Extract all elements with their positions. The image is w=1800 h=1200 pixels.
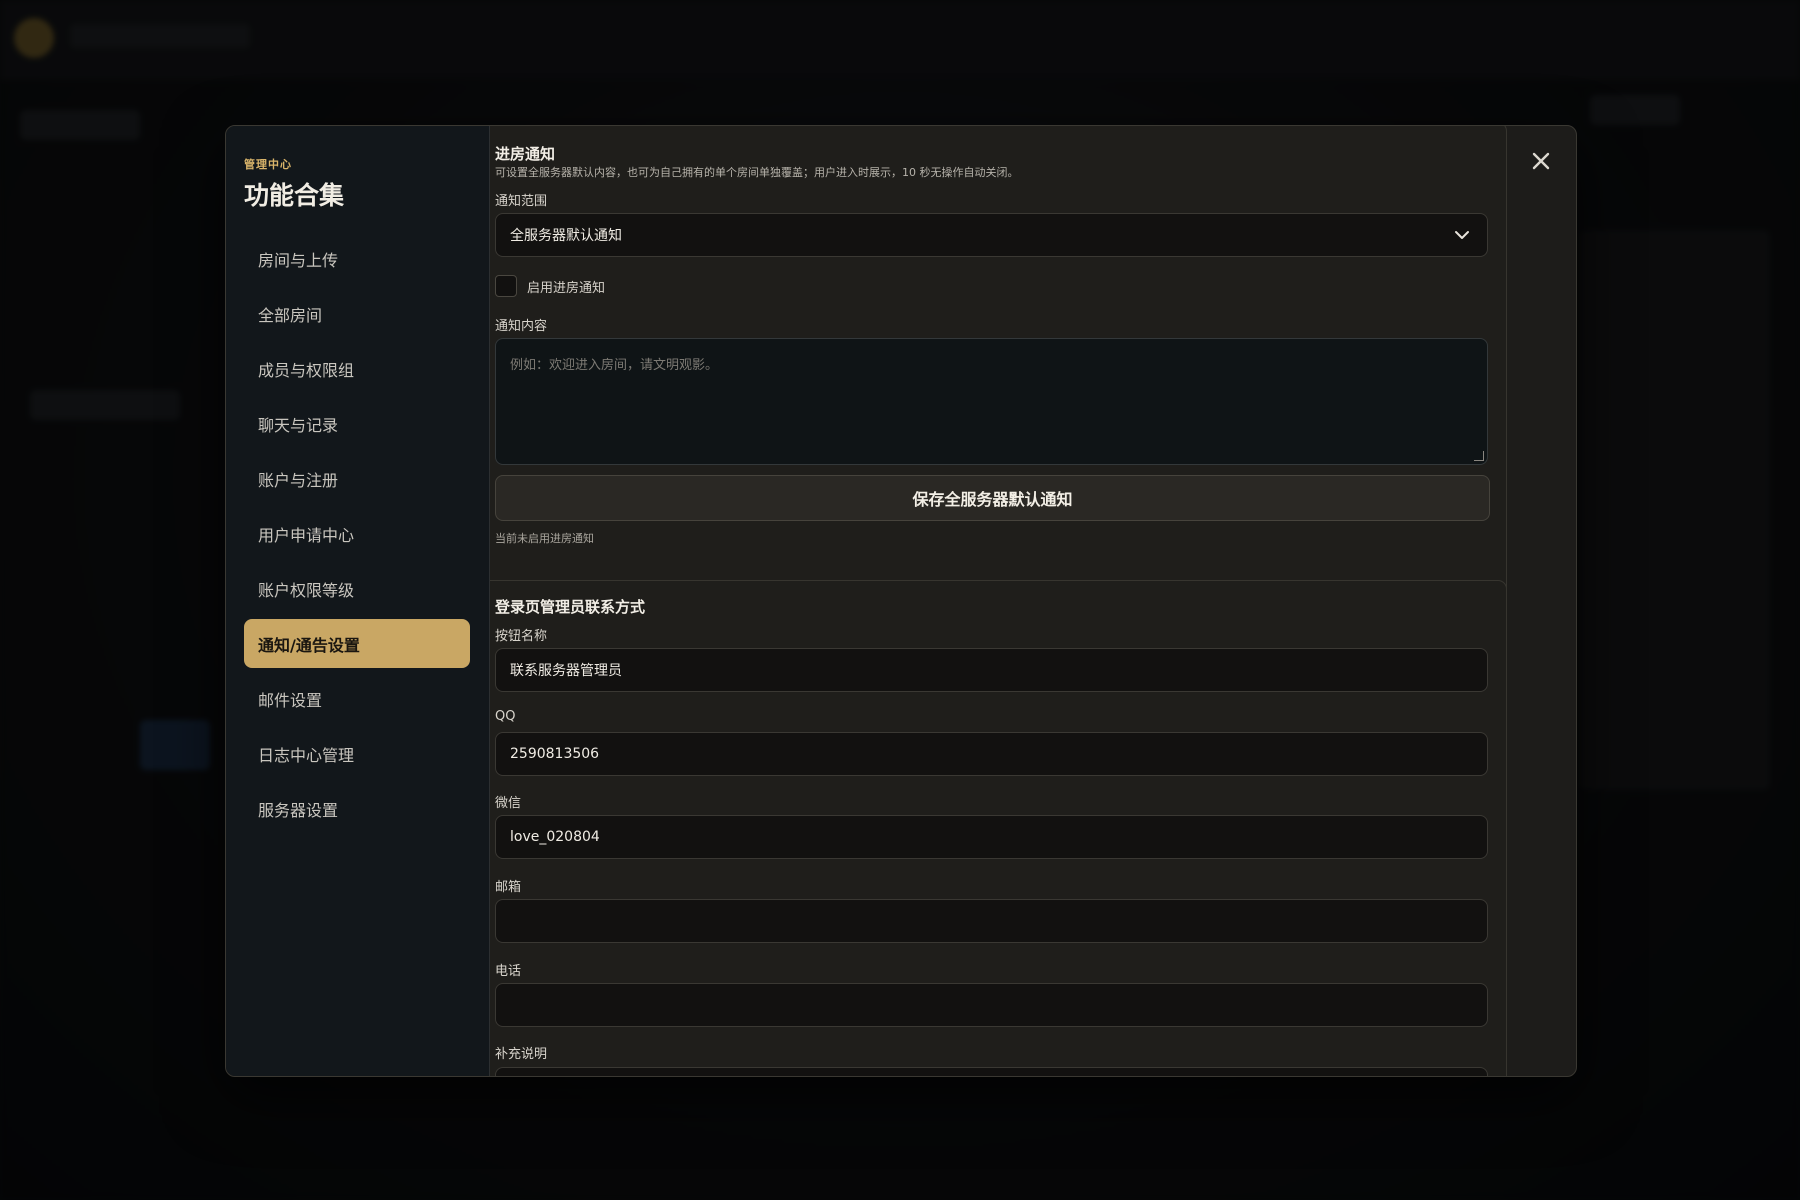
sidebar-title: 功能合集: [244, 181, 345, 210]
wechat-label: 微信: [495, 796, 522, 811]
sidebar-item-members-groups[interactable]: 成员与权限组: [244, 344, 470, 393]
admin-center-modal: 管理中心 功能合集 房间与上传 全部房间 成员与权限组 聊天与记录 账户与注册 …: [225, 125, 1577, 1077]
sidebar-item-all-rooms[interactable]: 全部房间: [244, 289, 470, 338]
sidebar-item-user-applications[interactable]: 用户申请中心: [244, 509, 470, 558]
sidebar-item-server-settings[interactable]: 服务器设置: [244, 784, 470, 833]
entry-notice-subtitle: 可设置全服务器默认内容，也可为自己拥有的单个房间单独覆盖；用户进入时展示，10 …: [495, 166, 1019, 179]
entry-notice-title: 进房通知: [495, 145, 556, 163]
enable-entry-notice-checkbox[interactable]: [495, 275, 517, 297]
sidebar-item-log-center[interactable]: 日志中心管理: [244, 729, 470, 778]
save-default-notice-button[interactable]: 保存全服务器默认通知: [495, 475, 1490, 521]
settings-content: 进房通知 可设置全服务器默认内容，也可为自己拥有的单个房间单独覆盖；用户进入时展…: [490, 126, 1576, 1076]
close-icon[interactable]: [1528, 148, 1554, 174]
sidebar-nav: 房间与上传 全部房间 成员与权限组 聊天与记录 账户与注册 用户申请中心 账户权…: [244, 234, 470, 839]
notice-status-hint: 当前未启用进房通知: [495, 532, 594, 545]
resize-handle-icon[interactable]: [1474, 451, 1484, 461]
qq-label: QQ: [495, 709, 516, 724]
chevron-down-icon: [1455, 231, 1469, 239]
phone-label: 电话: [495, 964, 522, 979]
phone-input[interactable]: [495, 983, 1488, 1027]
note-label: 补充说明: [495, 1047, 548, 1062]
scope-select-value: 全服务器默认通知: [510, 228, 622, 244]
enable-entry-notice-label: 启用进房通知: [527, 280, 606, 296]
sidebar-item-notifications[interactable]: 通知/通告设置: [244, 619, 470, 668]
admin-contact-card: 登录页管理员联系方式 按钮名称 联系服务器管理员 QQ 2590813506 微…: [490, 580, 1507, 1076]
sidebar-item-mail-settings[interactable]: 邮件设置: [244, 674, 470, 723]
email-input[interactable]: [495, 899, 1488, 943]
sidebar-item-accounts-register[interactable]: 账户与注册: [244, 454, 470, 503]
close-icon-svg: [1532, 152, 1550, 170]
button-name-input[interactable]: 联系服务器管理员: [495, 648, 1488, 692]
notice-content-placeholder: 例如：欢迎进入房间，请文明观影。: [510, 358, 719, 373]
note-input[interactable]: [495, 1067, 1488, 1076]
admin-contact-title: 登录页管理员联系方式: [495, 598, 646, 616]
qq-input[interactable]: 2590813506: [495, 732, 1488, 776]
notice-content-textarea[interactable]: 例如：欢迎进入房间，请文明观影。: [495, 338, 1488, 465]
sidebar: 管理中心 功能合集 房间与上传 全部房间 成员与权限组 聊天与记录 账户与注册 …: [226, 126, 490, 1076]
button-name-value: 联系服务器管理员: [510, 663, 622, 679]
email-label: 邮箱: [495, 880, 522, 895]
content-label: 通知内容: [495, 319, 548, 334]
wechat-input[interactable]: love_020804: [495, 815, 1488, 859]
sidebar-item-account-levels[interactable]: 账户权限等级: [244, 564, 470, 613]
sidebar-eyebrow: 管理中心: [244, 158, 292, 171]
scope-select[interactable]: 全服务器默认通知: [495, 213, 1488, 257]
qq-value: 2590813506: [510, 746, 600, 762]
scope-label: 通知范围: [495, 194, 548, 209]
sidebar-item-rooms-upload[interactable]: 房间与上传: [244, 234, 470, 283]
wechat-value: love_020804: [510, 829, 600, 845]
button-name-label: 按钮名称: [495, 629, 548, 644]
sidebar-item-chat-records[interactable]: 聊天与记录: [244, 399, 470, 448]
enable-entry-notice-row: 启用进房通知: [495, 275, 605, 297]
